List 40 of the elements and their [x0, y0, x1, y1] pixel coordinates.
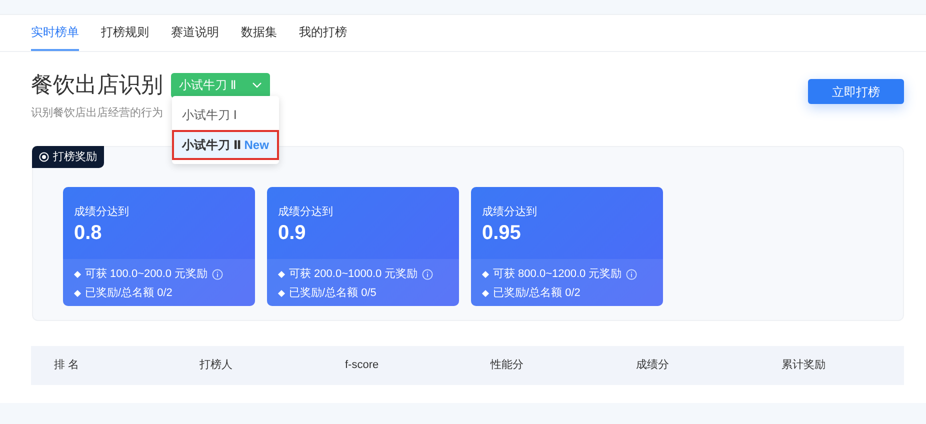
prize-text: 可获 800.0~1200.0 元奖励 [493, 267, 622, 282]
card-label: 成绩分达到 [74, 205, 130, 220]
target-icon [39, 152, 49, 162]
quota-text: 已奖励/总名额 0/2 [85, 286, 172, 301]
info-icon[interactable] [212, 269, 223, 280]
submit-button[interactable]: 立即打榜 [808, 79, 904, 104]
badge-label: 打榜奖励 [53, 150, 97, 165]
tab[interactable]: 打榜规则 [101, 15, 149, 51]
quota-text: 已奖励/总名额 0/5 [289, 286, 376, 301]
dropdown-option[interactable]: 小试牛刀 Ⅰ [172, 100, 279, 130]
column-header: f-score [344, 358, 380, 374]
bullet-icon [482, 290, 490, 298]
subtitle: 识别餐饮店出店经营的行为 [31, 106, 163, 121]
quota-text: 已奖励/总名额 0/2 [493, 286, 580, 301]
bullet-icon [278, 270, 286, 278]
column-header: 性能分 [489, 358, 524, 374]
column-header: 成绩分 [635, 358, 670, 374]
prize-text: 可获 100.0~200.0 元奖励 [85, 267, 208, 282]
score-threshold: 0.9 [278, 220, 307, 244]
bullet-icon [74, 290, 82, 298]
column-header: 累计奖励 [780, 358, 826, 374]
card-label: 成绩分达到 [482, 205, 538, 220]
chevron-icon [252, 82, 262, 88]
tab[interactable]: 数据集 [241, 15, 277, 51]
bullet-icon [74, 270, 82, 278]
score-threshold: 0.95 [482, 220, 522, 244]
tab[interactable]: 我的打榜 [299, 15, 347, 51]
column-header: 打榜人 [198, 358, 234, 374]
bullet-icon [278, 290, 286, 298]
tab[interactable]: 赛道说明 [171, 15, 219, 51]
info-icon[interactable] [626, 269, 637, 280]
score-threshold: 0.8 [74, 220, 103, 244]
card-label: 成绩分达到 [278, 205, 334, 220]
dropdown-option[interactable]: 小试牛刀 Ⅱ New [172, 130, 279, 160]
prize-text: 可获 200.0~1000.0 元奖励 [289, 267, 418, 282]
column-header: 排 名 [53, 358, 80, 374]
page-title: 餐饮出店识别 [31, 71, 163, 99]
tab[interactable]: 实时榜单 [31, 15, 79, 51]
info-icon[interactable] [422, 269, 433, 280]
bullet-icon [482, 270, 490, 278]
